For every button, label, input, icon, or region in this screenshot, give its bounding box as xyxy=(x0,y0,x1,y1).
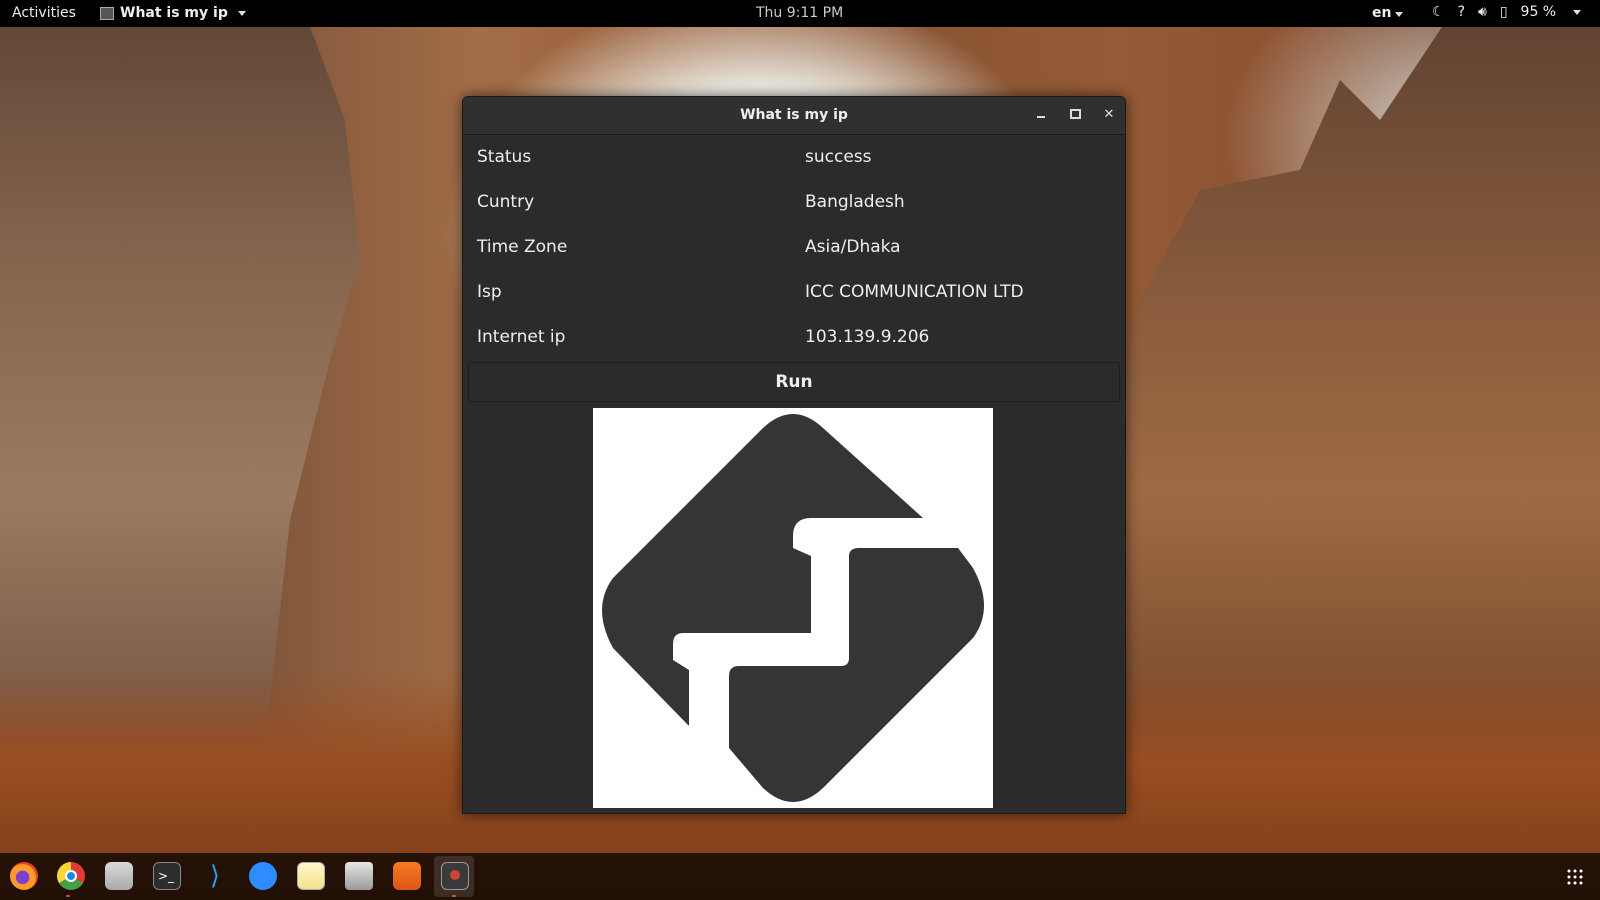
info-key: Internet ip xyxy=(477,327,566,347)
running-indicator xyxy=(66,895,70,897)
info-key: Time Zone xyxy=(477,237,568,257)
info-value: ICC COMMUNICATION LTD xyxy=(805,282,1024,302)
chrome-icon[interactable] xyxy=(57,862,85,890)
info-row-timezone: Time Zone Asia/Dhaka xyxy=(463,225,1125,270)
info-row-internet-ip: Internet ip 103.139.9.206 xyxy=(463,315,1125,360)
chevron-down-icon xyxy=(237,10,246,16)
app-window: What is my ip ✕ Status success Cuntry Ba… xyxy=(462,96,1126,814)
app-window-icon xyxy=(100,6,114,20)
help-icon: ? xyxy=(1457,4,1465,20)
chevron-down-icon xyxy=(1395,12,1404,17)
clock[interactable]: Thu 9:11 PM xyxy=(756,5,843,21)
app-menu-label: What is my ip xyxy=(120,5,228,21)
run-button[interactable]: Run xyxy=(468,362,1120,402)
info-key: Status xyxy=(477,147,532,167)
top-bar: Activities What is my ip Thu 9:11 PM en … xyxy=(0,0,1600,27)
info-row-status: Status success xyxy=(463,135,1125,180)
activities-button[interactable]: Activities xyxy=(12,5,76,21)
whatismyip-app-icon[interactable] xyxy=(441,862,469,890)
info-value: 103.139.9.206 xyxy=(805,327,930,347)
zoom-icon[interactable] xyxy=(249,862,277,890)
chevron-down-icon xyxy=(1573,9,1582,15)
firefox-icon[interactable] xyxy=(10,862,38,890)
info-value: Bangladesh xyxy=(805,192,905,212)
app-logo-icon xyxy=(593,408,993,808)
info-key: Cuntry xyxy=(477,192,535,212)
close-icon: ✕ xyxy=(1103,107,1115,122)
maximize-button[interactable] xyxy=(1065,106,1085,124)
minimize-icon xyxy=(1037,116,1045,118)
software-center-icon[interactable] xyxy=(393,862,421,890)
show-apps-icon[interactable] xyxy=(1566,868,1584,886)
info-key: Isp xyxy=(477,282,502,302)
language-indicator[interactable]: en xyxy=(1372,5,1404,21)
info-value: success xyxy=(805,147,872,167)
terminal-icon[interactable]: >_ xyxy=(153,862,181,890)
battery-icon: ▯ xyxy=(1499,4,1508,20)
files-icon[interactable] xyxy=(105,862,133,890)
dock: >_ ⟩ xyxy=(0,853,1600,900)
night-light-icon: ☾ xyxy=(1432,4,1445,20)
info-value: Asia/Dhaka xyxy=(805,237,901,257)
window-title: What is my ip xyxy=(740,107,848,123)
vscode-icon[interactable]: ⟩ xyxy=(201,862,229,890)
info-table: Status success Cuntry Bangladesh Time Zo… xyxy=(463,135,1125,360)
info-row-isp: Isp ICC COMMUNICATION LTD xyxy=(463,270,1125,315)
screenshot-icon[interactable] xyxy=(345,862,373,890)
minimize-button[interactable] xyxy=(1031,106,1051,124)
window-titlebar[interactable]: What is my ip ✕ xyxy=(463,97,1125,135)
app-menu[interactable]: What is my ip xyxy=(100,5,246,21)
text-editor-icon[interactable] xyxy=(297,862,325,890)
system-tray[interactable]: ☾ ? 🔊︎ ▯ 95 % xyxy=(1432,4,1582,20)
app-logo-image xyxy=(593,408,993,808)
maximize-icon xyxy=(1069,109,1081,119)
running-indicator xyxy=(452,895,456,897)
volume-icon: 🔊︎ xyxy=(1478,4,1487,20)
battery-label: 95 % xyxy=(1520,4,1557,20)
language-label: en xyxy=(1372,5,1392,21)
close-button[interactable]: ✕ xyxy=(1099,106,1119,124)
info-row-country: Cuntry Bangladesh xyxy=(463,180,1125,225)
